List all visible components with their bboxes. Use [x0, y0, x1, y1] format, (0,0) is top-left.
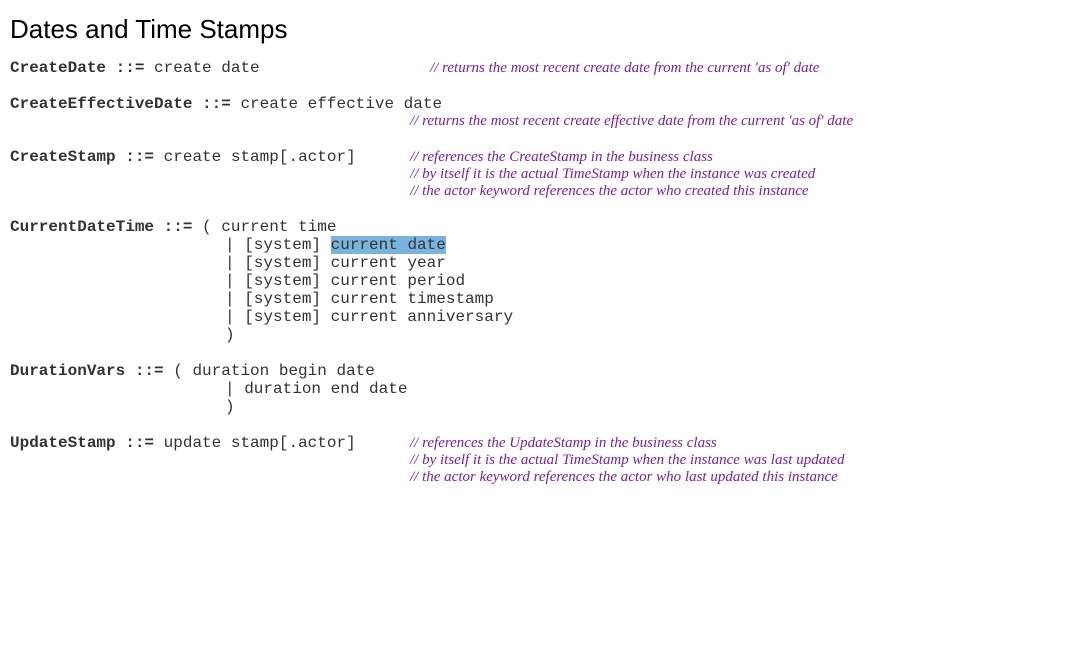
rule-update-stamp: UpdateStamp ::= update stamp[.actor] // … — [10, 434, 1063, 486]
rule-body: create date — [154, 59, 260, 77]
rule-create-date: CreateDate ::= create date // returns th… — [10, 59, 1063, 77]
rule-comment: // by itself it is the actual TimeStamp … — [410, 166, 1063, 183]
rule-body: create stamp[.actor] — [164, 148, 356, 166]
rule-create-stamp: CreateStamp ::= create stamp[.actor] // … — [10, 148, 1063, 200]
rule-name: DurationVars — [10, 362, 125, 380]
rule-alt: duration begin date — [192, 362, 374, 380]
rule-comment: // the actor keyword references the acto… — [410, 183, 1063, 200]
rule-alt: current time — [221, 218, 336, 236]
rule-open: ( — [202, 218, 221, 236]
rule-comment: // returns the most recent create date f… — [410, 60, 819, 77]
rule-alt: | [system] current period — [225, 272, 465, 290]
rule-alt: | duration end date — [225, 380, 407, 398]
rule-op: ::= — [116, 434, 164, 452]
rule-comment: // by itself it is the actual TimeStamp … — [410, 452, 1063, 469]
rule-body: create effective date — [240, 95, 442, 113]
rule-name: CreateDate — [10, 59, 106, 77]
rule-op: ::= — [154, 218, 202, 236]
rule-comment: // returns the most recent create effect… — [410, 113, 1063, 130]
rule-op: ::= — [106, 59, 154, 77]
rule-name: CreateEffectiveDate — [10, 95, 192, 113]
page-title: Dates and Time Stamps — [10, 14, 1063, 45]
rule-create-effective-date: CreateEffectiveDate ::= create effective… — [10, 95, 1063, 130]
rule-op: ::= — [192, 95, 240, 113]
rule-name: CurrentDateTime — [10, 218, 154, 236]
rule-comment: // references the UpdateStamp in the bus… — [390, 435, 717, 452]
highlighted-text: current date — [331, 236, 446, 254]
rule-close: ) — [225, 326, 235, 344]
rule-name: CreateStamp — [10, 148, 116, 166]
rule-duration-vars: DurationVars ::= ( duration begin date |… — [10, 362, 1063, 416]
rule-open: ( — [173, 362, 192, 380]
rule-name: UpdateStamp — [10, 434, 116, 452]
rule-alt-prefix: | [system] — [225, 236, 331, 254]
rule-alt: | [system] current year — [225, 254, 446, 272]
rule-op: ::= — [116, 148, 164, 166]
rule-comment: // references the CreateStamp in the bus… — [390, 149, 713, 166]
rule-alt: | [system] current timestamp — [225, 290, 494, 308]
rule-body: update stamp[.actor] — [164, 434, 356, 452]
rule-comment: // the actor keyword references the acto… — [410, 469, 1063, 486]
rule-current-datetime: CurrentDateTime ::= ( current time | [sy… — [10, 218, 1063, 344]
rule-op: ::= — [125, 362, 173, 380]
rule-close: ) — [225, 398, 235, 416]
rule-alt: | [system] current anniversary — [225, 308, 513, 326]
